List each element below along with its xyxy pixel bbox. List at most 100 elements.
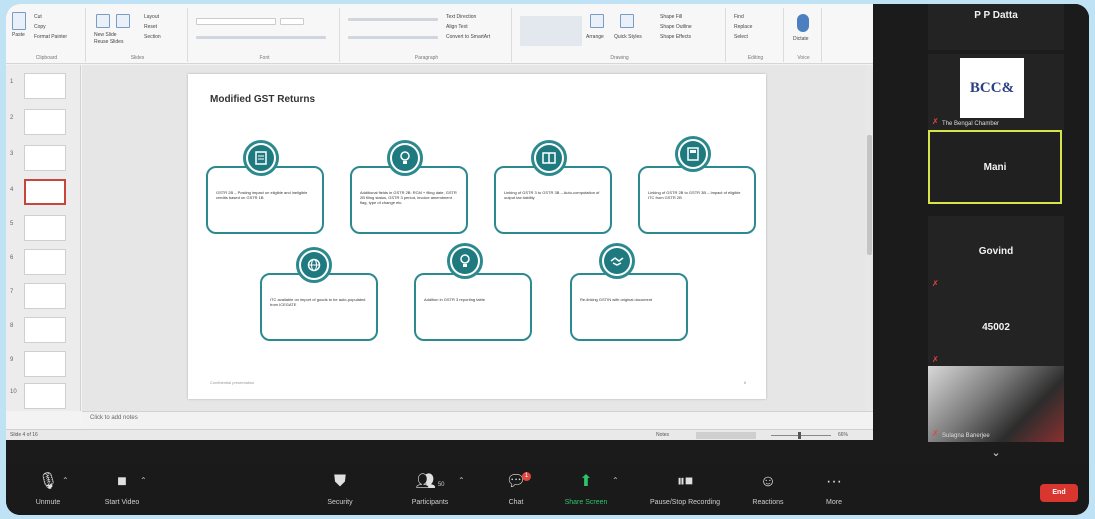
current-slide[interactable]: Modified GST Returns GSTR 2B – Posting i… <box>188 74 766 399</box>
participant-tile[interactable]: P P Datta <box>928 4 1064 50</box>
quick-styles-icon[interactable] <box>620 14 634 28</box>
slide-card-gstr3-linking[interactable]: Linking of GSTR 3 to GSTR 3B – Auto-comp… <box>494 166 612 234</box>
convert-smartart-button[interactable]: Convert to SmartArt <box>446 34 490 40</box>
pause-stop-icon: ⏸⏹ <box>676 473 693 490</box>
chevron-up-icon[interactable]: ⌃ <box>612 476 619 485</box>
slide-thumbnail[interactable] <box>24 317 66 343</box>
slide-thumbnail[interactable] <box>24 215 66 241</box>
reuse-slides-icon[interactable] <box>116 14 130 28</box>
zoom-slider[interactable] <box>771 435 831 436</box>
arrange-icon[interactable] <box>590 14 604 28</box>
start-video-label: Start Video <box>104 499 140 506</box>
copy-button[interactable]: Copy <box>34 24 46 30</box>
shapes-gallery[interactable] <box>520 16 582 46</box>
slide-thumbnail[interactable] <box>24 383 66 409</box>
participant-tile-video[interactable]: ✗ Sulagna Banerjee <box>928 366 1064 442</box>
microphone-icon[interactable] <box>797 14 809 32</box>
slide-card-gstr3-reporting[interactable]: Addition in GSTR 3 reporting table <box>414 273 532 341</box>
font-group: Font <box>190 8 340 62</box>
card-text: GSTR 2B – Posting impact on eligible and… <box>216 190 308 200</box>
reuse-slides-button[interactable]: Reuse Slides <box>94 39 123 45</box>
paste-icon[interactable] <box>12 12 26 30</box>
more-label: More <box>826 499 842 506</box>
slide-thumbnail-selected[interactable] <box>24 179 66 205</box>
participants-button[interactable]: 👥︎ 50 Participants ⌃ <box>390 472 470 506</box>
alignment-buttons[interactable] <box>348 36 438 39</box>
slide-thumbnail[interactable] <box>24 283 66 309</box>
chat-label: Chat <box>508 499 524 506</box>
text-direction-button[interactable]: Text Direction <box>446 14 476 20</box>
new-slide-button[interactable]: New Slide <box>94 32 117 38</box>
card-text: Addition in GSTR 3 reporting table <box>424 297 485 302</box>
replace-button[interactable]: Replace <box>734 24 752 30</box>
participant-name: Mani <box>983 162 1007 173</box>
font-name-box[interactable] <box>196 18 276 25</box>
dictate-button[interactable]: Dictate <box>793 36 809 42</box>
chat-button[interactable]: 💬︎ 1 Chat <box>476 472 556 506</box>
book-icon <box>531 140 567 176</box>
notes-pane[interactable]: Click to add notes <box>82 411 873 429</box>
clipboard-label: Clipboard <box>35 55 58 61</box>
section-button[interactable]: Section <box>144 34 161 40</box>
cut-button[interactable]: Cut <box>34 14 42 20</box>
font-format-buttons[interactable] <box>196 36 326 39</box>
bcc-logo: BCC& <box>960 58 1024 118</box>
paragraph-group: Text Direction Align Text Convert to Sma… <box>342 8 512 62</box>
zoom-level[interactable]: 66% <box>838 432 848 438</box>
align-text-button[interactable]: Align Text <box>446 24 468 30</box>
slide-card-icegate[interactable]: ITC available on import of goods to be a… <box>260 273 378 341</box>
participant-tile[interactable]: BCC& ✗ The Bengal Chamber <box>928 54 1064 130</box>
more-button[interactable]: ··· More <box>794 472 874 506</box>
participant-tile[interactable]: 45002 ✗ <box>928 292 1064 368</box>
slide-thumbnail[interactable] <box>24 73 66 99</box>
slide-card-relinking-gstin[interactable]: Re-linking GSTIN with original document <box>570 273 688 341</box>
shape-effects-button[interactable]: Shape Effects <box>660 34 691 40</box>
notes-toggle[interactable]: Notes <box>656 432 669 438</box>
unmute-label: Unmute <box>35 499 61 506</box>
end-meeting-button[interactable]: End <box>1040 484 1078 502</box>
participant-tile-active-speaker[interactable]: Mani <box>928 130 1062 204</box>
globe-icon <box>296 247 332 283</box>
slide-thumbnail[interactable] <box>24 351 66 377</box>
zoom-slider-thumb[interactable] <box>798 432 801 439</box>
vertical-scrollbar[interactable] <box>866 65 873 411</box>
unmute-button[interactable]: 🎙︎ Unmute ⌃ <box>8 472 88 506</box>
font-size-box[interactable] <box>280 18 304 25</box>
slide-card-additional-fields[interactable]: Additional fields in GSTR 2B: RCM + fili… <box>350 166 468 234</box>
start-video-button[interactable]: ■ Start Video ⌃ <box>82 472 162 506</box>
format-painter-button[interactable]: Format Painter <box>34 34 67 40</box>
chevron-down-icon[interactable]: ⌄ <box>984 446 1008 464</box>
chevron-up-icon[interactable]: ⌃ <box>458 476 465 485</box>
muted-mic-icon: ✗ <box>932 429 939 438</box>
layout-button[interactable]: Layout <box>144 14 159 20</box>
shape-fill-button[interactable]: Shape Fill <box>660 14 682 20</box>
share-screen-button[interactable]: ⬆ Share Screen ⌃ <box>546 472 626 506</box>
select-button[interactable]: Select <box>734 34 748 40</box>
participant-tile[interactable]: Govind ✗ <box>928 216 1064 292</box>
slide-thumbnail[interactable] <box>24 109 66 135</box>
arrange-button[interactable]: Arrange <box>586 34 604 40</box>
view-buttons[interactable] <box>696 432 756 439</box>
paste-button[interactable]: Paste <box>12 32 25 38</box>
document-icon <box>243 140 279 176</box>
quick-styles-button[interactable]: Quick Styles <box>614 34 642 40</box>
scroll-thumb[interactable] <box>867 135 872 255</box>
reset-button[interactable]: Reset <box>144 24 157 30</box>
slide-card-gstr2b-linking[interactable]: Linking of GSTR 2B to GSTR 3B – Impact o… <box>638 166 756 234</box>
chevron-up-icon[interactable]: ⌃ <box>62 476 69 485</box>
find-button[interactable]: Find <box>734 14 744 20</box>
new-slide-icon[interactable] <box>96 14 110 28</box>
list-buttons[interactable] <box>348 18 438 21</box>
chevron-up-icon[interactable]: ⌃ <box>140 476 147 485</box>
slide-thumbnails-panel[interactable]: 1 2 3 4 5 6 7 8 9 10 <box>6 65 81 411</box>
shape-outline-button[interactable]: Shape Outline <box>660 24 692 30</box>
voice-label: Voice <box>797 55 810 61</box>
slide-thumbnail[interactable] <box>24 145 66 171</box>
slide-card-gstr-2b[interactable]: GSTR 2B – Posting impact on eligible and… <box>206 166 324 234</box>
security-button[interactable]: ⛊ Security <box>300 472 380 506</box>
slide-title[interactable]: Modified GST Returns <box>210 94 315 105</box>
record-label: Pause/Stop Recording <box>649 499 721 506</box>
font-label: Font <box>259 55 270 61</box>
slide-thumbnail[interactable] <box>24 249 66 275</box>
pause-stop-recording-button[interactable]: ⏸⏹ Pause/Stop Recording <box>630 472 740 506</box>
